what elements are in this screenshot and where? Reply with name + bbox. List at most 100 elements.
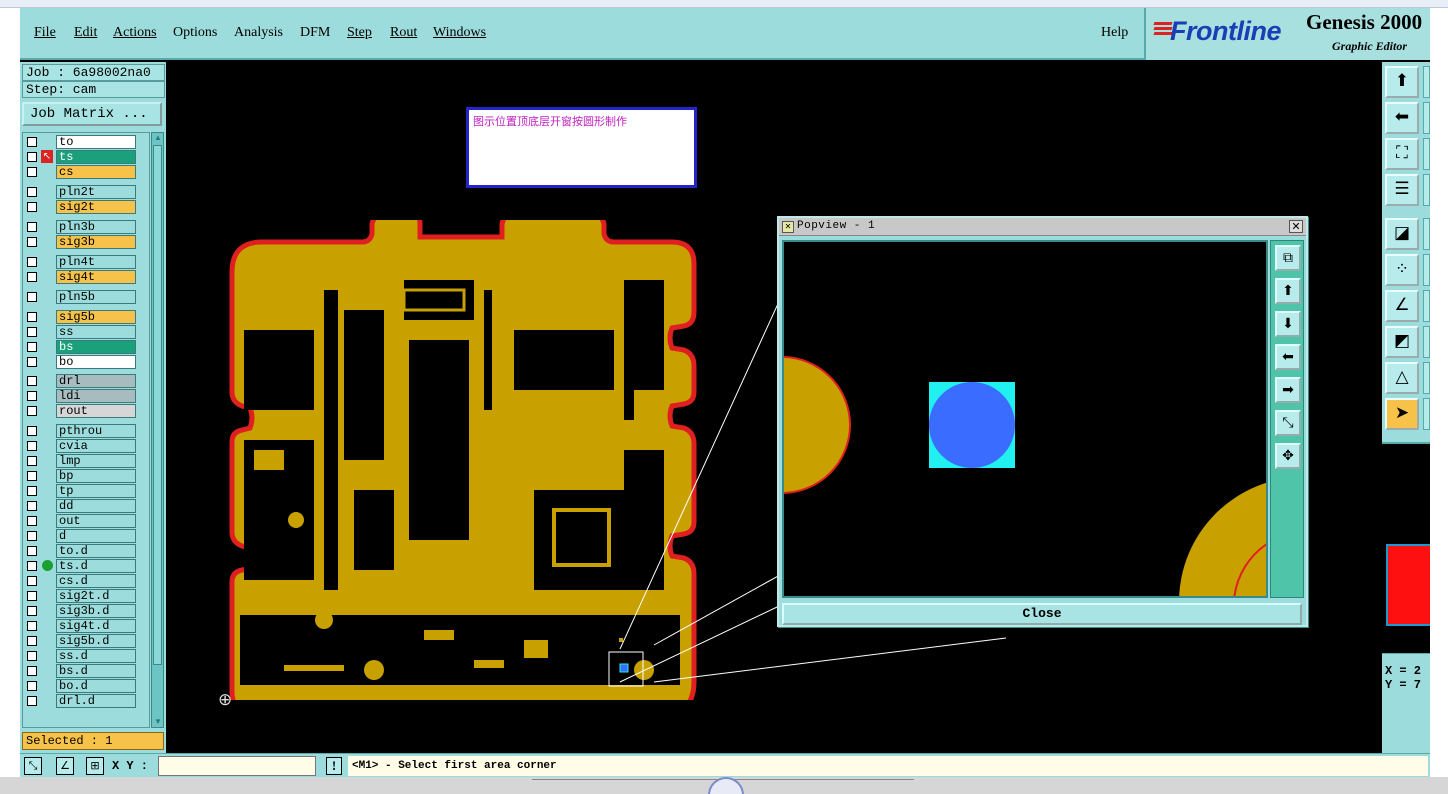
layer-name[interactable]: bo.d⬋ [56, 679, 136, 693]
layer-row-sig4t-d[interactable]: sig4t.d [25, 619, 149, 633]
graphic-canvas[interactable]: 图示位置顶底层开窗按圆形制作 ⊕ ✕ Popview - 1 ✕ ⧉ ⬆ ⬇ ⬅… [166, 62, 1382, 753]
layer-name[interactable]: cvia [56, 439, 136, 453]
layer-checkbox[interactable] [27, 237, 37, 247]
layer-checkbox[interactable] [27, 426, 37, 436]
pop-zoom-out-icon[interactable]: ⤡ [1275, 410, 1301, 436]
pop-pan-down-icon[interactable]: ⬇ [1275, 311, 1301, 337]
layer-name[interactable]: pln4t [56, 255, 136, 269]
layer-name[interactable]: drl.d [56, 694, 136, 708]
zoom-area-icon[interactable]: ⤡ [24, 757, 42, 775]
layer-checkbox[interactable] [27, 357, 37, 367]
layer-row-sig3b[interactable]: sig3b [25, 235, 149, 249]
layer-row-rout[interactable]: rout [25, 404, 149, 418]
pop-zoom-home-icon[interactable]: ✥ [1275, 443, 1301, 469]
layer-checkbox[interactable] [27, 187, 37, 197]
layer-checkbox[interactable] [27, 441, 37, 451]
layer-row-pln2t[interactable]: pln2t [25, 185, 149, 199]
layer-name[interactable]: ts▦ [56, 150, 136, 164]
layer-row-sig5b-d[interactable]: sig5b.d [25, 634, 149, 648]
layer-row-sig5b[interactable]: sig5b [25, 310, 149, 324]
layer-checkbox[interactable] [27, 621, 37, 631]
layer-checkbox[interactable] [27, 406, 37, 416]
layer-row-dd[interactable]: dd [25, 499, 149, 513]
pop-zoom-window-icon[interactable]: ⧉ [1275, 245, 1301, 271]
scroll-thumb[interactable] [153, 145, 162, 665]
popview-close-button[interactable]: Close [782, 603, 1302, 625]
layer-row-out[interactable]: out [25, 514, 149, 528]
layer-name[interactable]: sig3b.d [56, 604, 136, 618]
layer-row-pln3b[interactable]: pln3b [25, 220, 149, 234]
layer-name[interactable]: pln3b [56, 220, 136, 234]
layer-checkbox[interactable] [27, 167, 37, 177]
layer-checkbox[interactable] [27, 456, 37, 466]
layer-name[interactable]: cs.d⬋ [56, 574, 136, 588]
layer-name[interactable]: bs [56, 340, 136, 354]
layer-checkbox[interactable] [27, 516, 37, 526]
layer-row-bo[interactable]: bo⬋ [25, 355, 149, 369]
layer-checkbox[interactable] [27, 272, 37, 282]
feature-select-icon[interactable]: ◪ [1385, 218, 1419, 250]
layer-checkbox[interactable] [27, 546, 37, 556]
job-matrix-button[interactable]: Job Matrix ... [22, 102, 162, 126]
layer-name[interactable]: lmp [56, 454, 136, 468]
layer-row-drl-d[interactable]: drl.d [25, 694, 149, 708]
layer-name[interactable]: drl [56, 374, 136, 388]
popview-canvas[interactable] [782, 240, 1268, 598]
layer-row-cs[interactable]: cs⬋ [25, 165, 149, 179]
layer-row-sig4t[interactable]: sig4t [25, 270, 149, 284]
layer-row-bp[interactable]: bp [25, 469, 149, 483]
layer-row-cvia[interactable]: cvia [25, 439, 149, 453]
pointer-icon[interactable]: ➤ [1385, 398, 1419, 430]
overview-panel[interactable] [1382, 442, 1430, 653]
snap-icon[interactable]: ◩ [1385, 326, 1419, 358]
layer-name[interactable]: rout [56, 404, 136, 418]
pop-pan-left-icon[interactable]: ⬅ [1275, 344, 1301, 370]
layer-row-pln5b[interactable]: pln5b [25, 290, 149, 304]
layer-row-sig2t[interactable]: sig2t [25, 200, 149, 214]
layer-name[interactable]: cs⬋ [56, 165, 136, 179]
menu-edit[interactable]: Edit [74, 25, 97, 41]
layer-checkbox[interactable] [27, 391, 37, 401]
menu-help[interactable]: Help [1101, 25, 1128, 41]
menu-windows[interactable]: Windows [433, 25, 486, 41]
layer-checkbox[interactable] [27, 202, 37, 212]
menu-actions[interactable]: Actions [113, 25, 157, 41]
layer-row-bo-d[interactable]: bo.d⬋ [25, 679, 149, 693]
layer-checkbox[interactable] [27, 312, 37, 322]
settings-icon[interactable]: ☰ [1385, 174, 1419, 206]
layer-checkbox[interactable] [27, 666, 37, 676]
scroll-up-icon[interactable]: ▲ [153, 133, 163, 143]
pop-pan-right-icon[interactable]: ➡ [1275, 377, 1301, 403]
layer-row-sig3b-d[interactable]: sig3b.d [25, 604, 149, 618]
menu-file[interactable]: File [34, 25, 56, 41]
measure-icon[interactable]: ∠ [1385, 290, 1419, 322]
drc-icon[interactable]: △ [1385, 362, 1419, 394]
measure-tool-icon[interactable]: ∠ [56, 757, 74, 775]
layer-name[interactable]: sig3b [56, 235, 136, 249]
layer-row-ts-d[interactable]: ts.d [25, 559, 149, 573]
layer-checkbox[interactable] [27, 152, 37, 162]
layer-name[interactable]: sig5b.d [56, 634, 136, 648]
layer-row-ldi[interactable]: ldi [25, 389, 149, 403]
layer-checkbox[interactable] [27, 606, 37, 616]
layer-name[interactable]: pthrou [56, 424, 136, 438]
close-icon[interactable]: ✕ [1289, 220, 1303, 233]
layer-name[interactable]: ss⬋ [56, 325, 136, 339]
layer-scrollbar[interactable]: ▲ ▼ [151, 132, 164, 728]
pan-left-icon[interactable]: ⬅ [1385, 102, 1419, 134]
layer-name[interactable]: bo⬋ [56, 355, 136, 369]
layer-row-d[interactable]: d [25, 529, 149, 543]
layer-checkbox[interactable] [27, 681, 37, 691]
layer-row-lmp[interactable]: lmp [25, 454, 149, 468]
layer-name[interactable]: sig2t.d [56, 589, 136, 603]
layer-checkbox[interactable] [27, 257, 37, 267]
layer-name[interactable]: sig2t [56, 200, 136, 214]
net-select-icon[interactable]: ⁘ [1385, 254, 1419, 286]
layer-name[interactable]: dd [56, 499, 136, 513]
layer-checkbox[interactable] [27, 376, 37, 386]
layer-row-ts[interactable]: ↖ts▦ [25, 150, 149, 164]
layer-checkbox[interactable] [27, 486, 37, 496]
layer-checkbox[interactable] [27, 531, 37, 541]
layer-row-bs-d[interactable]: bs.d [25, 664, 149, 678]
zoom-fit-icon[interactable]: ⛶ [1385, 138, 1419, 170]
